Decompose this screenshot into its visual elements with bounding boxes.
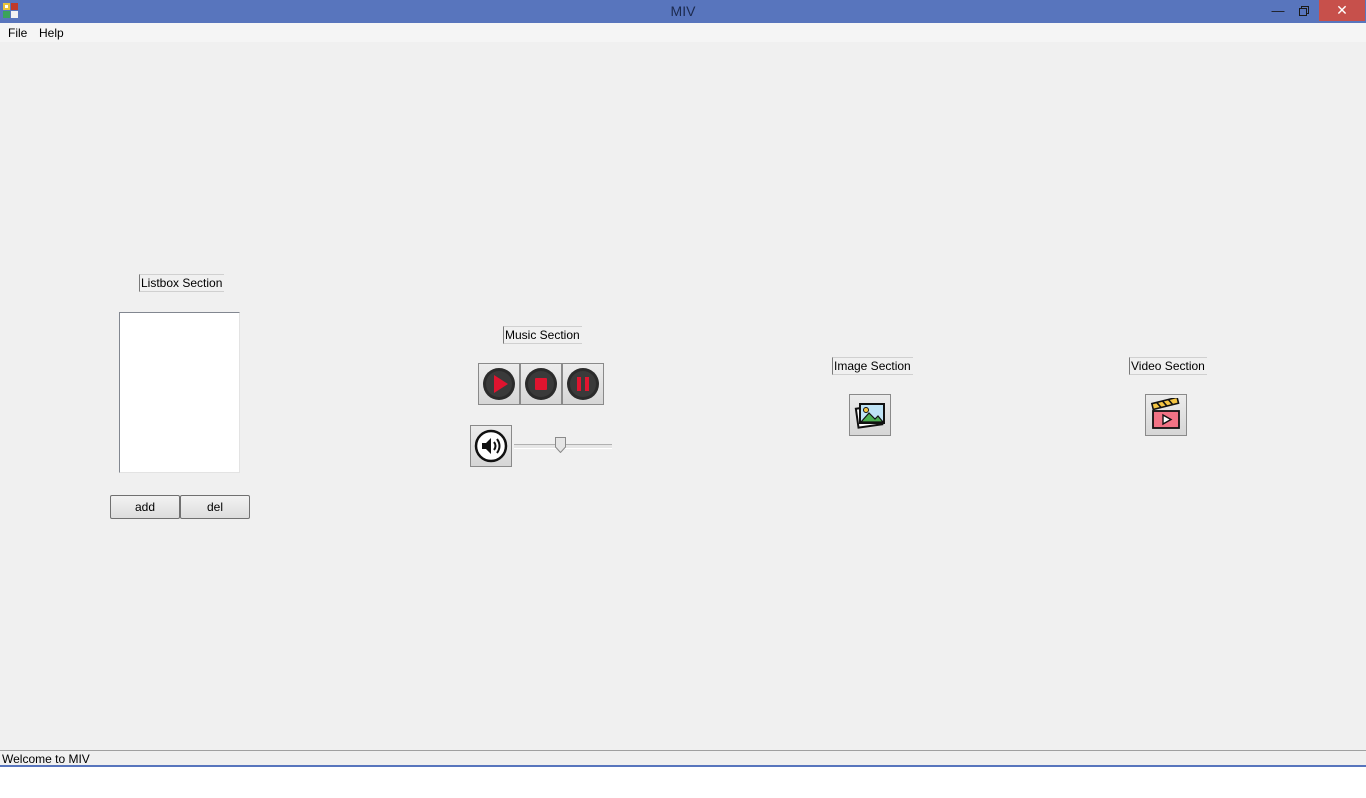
minimize-button[interactable]: — <box>1266 0 1290 21</box>
volume-slider-thumb[interactable] <box>554 437 566 453</box>
title-bar: MIV — ✕ <box>0 0 1366 23</box>
status-text: Welcome to MIV <box>2 752 90 766</box>
add-button[interactable]: add <box>110 495 180 519</box>
listbox-section-label: Listbox Section <box>139 274 225 292</box>
close-button[interactable]: ✕ <box>1319 0 1365 21</box>
play-button[interactable] <box>478 363 520 405</box>
close-icon: ✕ <box>1336 2 1348 18</box>
volume-button[interactable] <box>470 425 512 467</box>
stop-button[interactable] <box>520 363 562 405</box>
video-section-label: Video Section <box>1129 357 1207 375</box>
minimize-icon: — <box>1271 3 1285 18</box>
speaker-icon <box>474 429 508 463</box>
menu-file[interactable]: File <box>8 26 27 40</box>
restore-icon <box>1299 5 1309 16</box>
status-bar: Welcome to MIV <box>0 750 1366 767</box>
image-icon <box>854 403 885 429</box>
pause-button[interactable] <box>562 363 604 405</box>
listbox[interactable] <box>119 312 240 473</box>
video-clapper-icon <box>1150 398 1180 429</box>
window-title: MIV <box>670 3 696 19</box>
video-button[interactable] <box>1145 394 1187 436</box>
del-button[interactable]: del <box>180 495 250 519</box>
image-button[interactable] <box>849 394 891 436</box>
menu-bar: File Help <box>0 23 1366 42</box>
music-section-label: Music Section <box>503 326 582 344</box>
restore-button[interactable] <box>1292 0 1316 21</box>
stop-icon <box>525 368 557 400</box>
play-icon <box>483 368 515 400</box>
menu-help[interactable]: Help <box>39 26 64 40</box>
pause-icon <box>567 368 599 400</box>
image-section-label: Image Section <box>832 357 913 375</box>
